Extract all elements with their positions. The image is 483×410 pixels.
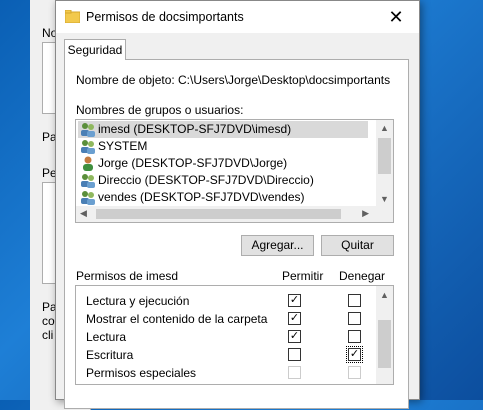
allow-checkbox[interactable]: ✓ (288, 312, 301, 325)
dialog-title: Permisos de docsimportants (86, 10, 244, 24)
permission-row: Lectura ✓ (76, 328, 376, 346)
permissions-label: Permisos de imesd (76, 269, 179, 283)
group-icon (81, 140, 95, 154)
permissions-list[interactable]: Lectura y ejecución ✓ Mostrar el conteni… (75, 285, 394, 385)
tab-security[interactable]: Seguridad (64, 39, 126, 60)
list-item-label: Direccio (DESKTOP-SFJ7DVD\Direccio) (98, 173, 314, 187)
permission-row: Escritura ✓ (76, 346, 376, 364)
allow-checkbox[interactable]: ✓ (288, 330, 301, 343)
permission-name: Lectura y ejecución (86, 294, 190, 308)
scroll-left-icon[interactable]: ◀ (80, 208, 87, 219)
scroll-up-icon[interactable]: ▲ (380, 290, 389, 300)
scroll-up-icon[interactable]: ▲ (380, 123, 389, 133)
permission-name: Lectura (86, 330, 127, 344)
list-item-vendes[interactable]: vendes (DESKTOP-SFJ7DVD\vendes) (78, 189, 305, 206)
allow-checkbox (288, 366, 301, 379)
group-icon (81, 174, 95, 188)
deny-checkbox[interactable] (348, 312, 361, 325)
deny-header: Denegar (339, 269, 386, 283)
scroll-right-icon[interactable]: ▶ (362, 208, 369, 219)
object-path: C:\Users\Jorge\Desktop\docsimportants (178, 73, 391, 87)
permission-name: Escritura (86, 348, 134, 362)
list-item-label: Jorge (DESKTOP-SFJ7DVD\Jorge) (98, 156, 288, 170)
permissions-scrollbar[interactable]: ▲ (376, 286, 393, 384)
permission-row: Permisos especiales (76, 364, 376, 382)
group-icon (81, 191, 95, 205)
allow-checkbox[interactable] (288, 348, 301, 361)
permission-row: Lectura y ejecución ✓ (76, 292, 376, 310)
scroll-thumb[interactable] (96, 209, 341, 219)
users-vertical-scrollbar[interactable]: ▲ ▼ (376, 120, 393, 208)
title-bar[interactable]: Permisos de docsimportants ✕ (56, 1, 419, 33)
scroll-thumb[interactable] (378, 320, 391, 368)
deny-checkbox[interactable]: ✓ (346, 346, 363, 363)
users-horizontal-scrollbar[interactable]: ◀ ▶ (76, 206, 393, 222)
folder-icon (65, 10, 80, 23)
bg-fragment: cli (42, 328, 54, 342)
list-item-system[interactable]: SYSTEM (78, 138, 147, 155)
scroll-down-icon[interactable]: ▼ (380, 194, 389, 204)
permission-name: Mostrar el contenido de la carpeta (86, 312, 268, 326)
deny-checkbox (348, 366, 361, 379)
list-item-direccio[interactable]: Direccio (DESKTOP-SFJ7DVD\Direccio) (78, 172, 314, 189)
list-item-label: imesd (DESKTOP-SFJ7DVD\imesd) (98, 122, 292, 136)
allow-header: Permitir (282, 269, 324, 283)
scroll-thumb[interactable] (378, 138, 391, 174)
object-name-label: Nombre de objeto: (76, 73, 175, 87)
permissions-dialog: Permisos de docsimportants ✕ Seguridad N… (55, 0, 420, 409)
deny-checkbox[interactable] (348, 294, 361, 307)
users-listbox[interactable]: imesd (DESKTOP-SFJ7DVD\imesd) SYSTEM Jor… (75, 119, 394, 223)
permission-name: Permisos especiales (86, 366, 197, 380)
remove-button[interactable]: Quitar (321, 235, 394, 256)
list-item-imesd[interactable]: imesd (DESKTOP-SFJ7DVD\imesd) (78, 121, 368, 138)
list-item-jorge[interactable]: Jorge (DESKTOP-SFJ7DVD\Jorge) (78, 155, 287, 172)
deny-checkbox[interactable] (348, 330, 361, 343)
list-item-label: SYSTEM (98, 139, 148, 153)
list-item-label: vendes (DESKTOP-SFJ7DVD\vendes) (98, 190, 305, 204)
user-icon (83, 156, 93, 171)
close-button[interactable]: ✕ (373, 1, 419, 33)
permission-row: Mostrar el contenido de la carpeta ✓ (76, 310, 376, 328)
groups-label: Nombres de grupos o usuarios: (76, 103, 244, 117)
group-icon (81, 123, 95, 137)
allow-checkbox[interactable]: ✓ (288, 294, 301, 307)
bg-fragment: co (42, 314, 55, 328)
add-button[interactable]: Agregar... (241, 235, 314, 256)
